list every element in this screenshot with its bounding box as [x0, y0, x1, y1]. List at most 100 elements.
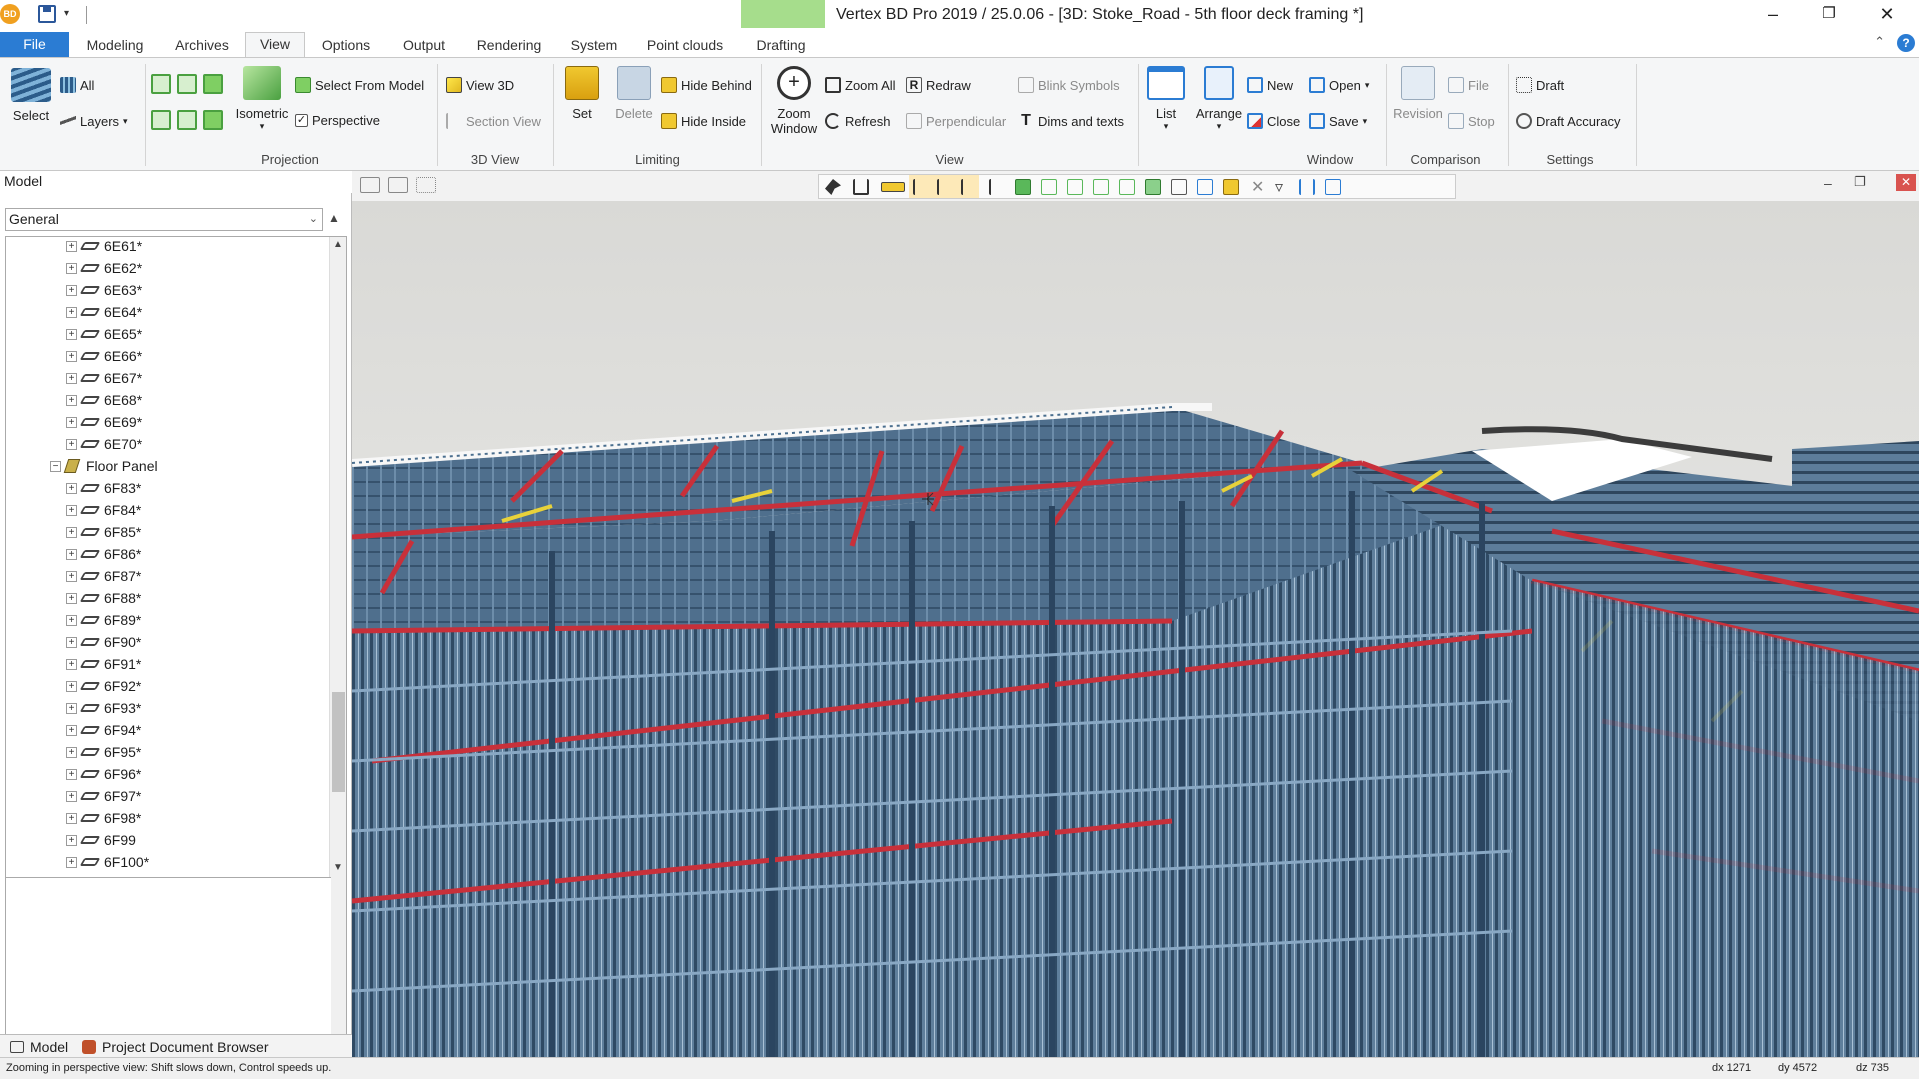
solid-face-icon[interactable] [1015, 179, 1031, 195]
tree-item[interactable]: +6F92* [66, 675, 141, 697]
tree-item[interactable]: +6F98* [66, 807, 141, 829]
tree-item[interactable]: +6F100* [66, 851, 149, 873]
view-window-icon[interactable] [388, 177, 408, 193]
section-view-button[interactable]: Section View [446, 113, 541, 129]
quick-access-dropdown-icon[interactable]: ▾ [64, 8, 69, 19]
tree-item[interactable]: +6F93* [66, 697, 141, 719]
tree-item[interactable]: +6F87* [66, 565, 141, 587]
expand-icon[interactable]: + [66, 614, 77, 626]
compare-stop-button[interactable]: Stop [1448, 113, 1495, 129]
viewport-close-button[interactable]: ✕ [1896, 174, 1916, 191]
viewport-minimize-button[interactable]: – [1824, 175, 1832, 191]
set-limit-button[interactable]: Set [560, 66, 604, 121]
tab-options[interactable]: Options [316, 34, 376, 57]
tree-item[interactable]: +6E63* [66, 279, 142, 301]
tree-item[interactable]: +6E68* [66, 389, 142, 411]
compare-file-button[interactable]: File [1448, 77, 1489, 93]
pin-icon[interactable] [825, 179, 841, 195]
isometric-button[interactable]: Isometric ▾ [234, 66, 290, 132]
tree-item[interactable]: +6F94* [66, 719, 141, 741]
collapse-up-icon[interactable]: ▲ [328, 211, 340, 225]
tree-item[interactable]: +6F85* [66, 521, 141, 543]
front-view-icon[interactable] [151, 74, 171, 94]
tree-item[interactable]: +6F88* [66, 587, 141, 609]
tree-item[interactable]: +6F90* [66, 631, 141, 653]
snap-grid-icon[interactable] [989, 179, 1005, 195]
building-framing-render[interactable] [352, 201, 1919, 1057]
select-button[interactable]: Select [8, 68, 54, 123]
expand-icon[interactable]: + [66, 262, 77, 274]
tree-item[interactable]: +6E69* [66, 411, 142, 433]
tree-item[interactable]: +6F84* [66, 499, 141, 521]
tree-item[interactable]: +6F97* [66, 785, 141, 807]
face-side-icon[interactable] [1067, 179, 1083, 195]
expand-icon[interactable]: + [66, 680, 77, 692]
tree-scrollbar[interactable]: ▲ ▼ [329, 237, 346, 1047]
perspective-checkbox[interactable]: ✓ Perspective [295, 113, 380, 128]
save-icon[interactable] [38, 5, 56, 23]
tree-item[interactable]: +6F95* [66, 741, 141, 763]
expand-icon[interactable]: + [66, 746, 77, 758]
collapse-ribbon-icon[interactable]: ⌃ [1874, 34, 1885, 50]
expand-icon[interactable]: + [66, 482, 77, 494]
expand-icon[interactable]: + [66, 570, 77, 582]
scrollbar-thumb[interactable] [332, 692, 345, 792]
zoom-window-button[interactable]: + Zoom Window [768, 66, 820, 136]
dims-and-texts-button[interactable]: T Dims and texts [1018, 113, 1124, 129]
window-list-button[interactable]: List ▾ [1144, 66, 1188, 132]
draft-accuracy-button[interactable]: Draft Accuracy [1516, 113, 1621, 129]
tree-item[interactable]: +6E67* [66, 367, 142, 389]
layers-button[interactable]: Layers ▾ [60, 113, 128, 129]
grid-view-icon[interactable] [416, 177, 436, 193]
expand-icon[interactable]: + [66, 306, 77, 318]
tab-archives[interactable]: Archives [168, 34, 236, 57]
window-close-button[interactable]: Close [1247, 113, 1300, 129]
cross-icon[interactable]: ✕ [1251, 177, 1264, 197]
snap-edge-icon[interactable] [961, 179, 977, 195]
box-icon[interactable] [1119, 179, 1135, 195]
ruler-icon[interactable] [881, 182, 905, 192]
snap-point-icon[interactable] [913, 179, 929, 195]
delete-limit-button[interactable]: Delete [610, 66, 658, 121]
snap-midpoint-icon[interactable] [937, 179, 953, 195]
tree-item[interactable]: +6E64* [66, 301, 142, 323]
tab-project-document-browser[interactable]: Project Document Browser [82, 1039, 269, 1055]
tree-item[interactable]: +6F89* [66, 609, 141, 631]
tab-file[interactable]: File [0, 32, 69, 57]
blink-symbols-button[interactable]: Blink Symbols [1018, 77, 1120, 93]
close-button[interactable]: ✕ [1864, 0, 1910, 30]
help-icon[interactable]: ? [1897, 34, 1915, 52]
hide-inside-button[interactable]: Hide Inside [661, 113, 746, 129]
expand-icon[interactable]: + [66, 438, 77, 450]
expand-icon[interactable]: + [66, 394, 77, 406]
expand-icon[interactable]: + [66, 372, 77, 384]
expand-icon[interactable]: + [66, 548, 77, 560]
expand-icon[interactable]: + [66, 416, 77, 428]
tree-item[interactable]: +6F96* [66, 763, 141, 785]
tab-model[interactable]: Model [10, 1039, 68, 1055]
column-icon[interactable] [1299, 179, 1315, 195]
tab-modeling[interactable]: Modeling [78, 34, 152, 57]
expand-icon[interactable]: + [66, 768, 77, 780]
tree-item[interactable]: +6E65* [66, 323, 142, 345]
left-view-icon[interactable] [151, 110, 171, 130]
3d-viewport[interactable] [352, 201, 1919, 1057]
viewport-restore-button[interactable]: ❐ [1854, 174, 1866, 190]
hide-behind-button[interactable]: Hide Behind [661, 77, 752, 93]
window-arrange-button[interactable]: Arrange ▾ [1192, 66, 1246, 132]
expand-icon[interactable]: + [66, 812, 77, 824]
tree-item[interactable]: +6F99 [66, 829, 136, 851]
bottom-view-icon[interactable] [203, 110, 223, 130]
expand-icon[interactable]: + [66, 790, 77, 802]
expand-icon[interactable]: + [66, 834, 77, 846]
tab-point-clouds[interactable]: Point clouds [642, 34, 728, 57]
tab-rendering[interactable]: Rendering [473, 34, 545, 57]
tree-item[interactable]: +6F86* [66, 543, 141, 565]
expand-icon[interactable]: + [66, 526, 77, 538]
minimize-button[interactable]: – [1750, 0, 1796, 30]
tree-item[interactable]: +6F83* [66, 477, 141, 499]
tab-output[interactable]: Output [396, 34, 452, 57]
paint-icon[interactable] [1223, 179, 1239, 195]
tab-drafting[interactable]: Drafting [748, 34, 814, 57]
copy-view-icon[interactable] [1197, 179, 1213, 195]
